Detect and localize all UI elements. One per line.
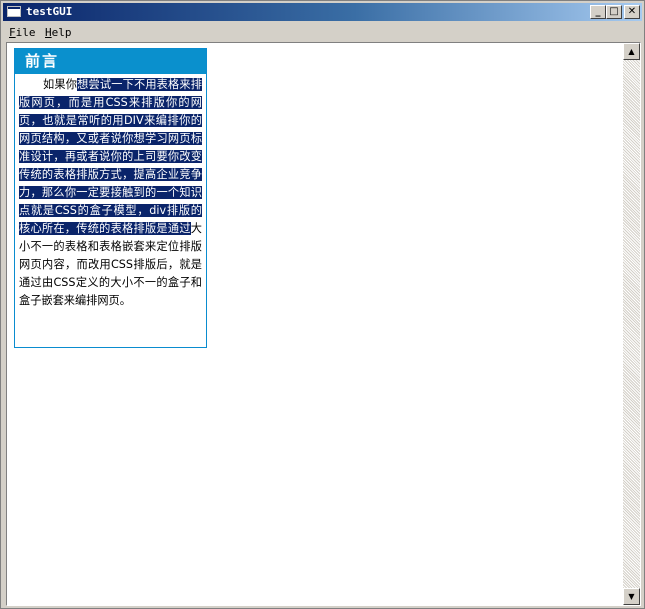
app-window: testGUI _ □ ✕ File Help 前言 如果你想尝试一下不用表格来… [0,0,645,609]
preface-panel: 前言 如果你想尝试一下不用表格来排版网页，而是用CSS来排版你的网页，也就是常听… [14,48,207,348]
text-unselected-start: 如果你 [43,78,78,91]
window-title: testGUI [26,5,73,18]
scroll-down-arrow-icon[interactable]: ▼ [623,588,640,605]
menu-file[interactable]: File [9,26,36,39]
menu-bar: File Help [3,23,642,41]
text-selection: 想尝试一下不用表格来排版网页，而是用CSS来排版你的网页，也就是常听的用DIV来… [19,78,202,235]
close-button[interactable]: ✕ [624,5,640,19]
panel-title: 前言 [15,49,206,74]
menu-help-hotkey: H [45,26,52,39]
menu-file-hotkey: F [9,26,16,39]
scroll-up-arrow-icon[interactable]: ▲ [623,43,640,60]
app-window-icon [7,6,21,17]
menu-help[interactable]: Help [45,26,72,39]
menu-file-label: ile [15,26,36,39]
menu-help-label: elp [51,26,72,39]
panel-text[interactable]: 如果你想尝试一下不用表格来排版网页，而是用CSS来排版你的网页，也就是常听的用D… [15,74,206,310]
maximize-button[interactable]: □ [606,5,622,19]
title-bar[interactable]: testGUI _ □ ✕ [3,3,642,21]
content-area[interactable]: 前言 如果你想尝试一下不用表格来排版网页，而是用CSS来排版你的网页，也就是常听… [6,42,641,606]
minimize-button[interactable]: _ [590,5,606,19]
vertical-scrollbar[interactable]: ▲ ▼ [623,43,640,605]
